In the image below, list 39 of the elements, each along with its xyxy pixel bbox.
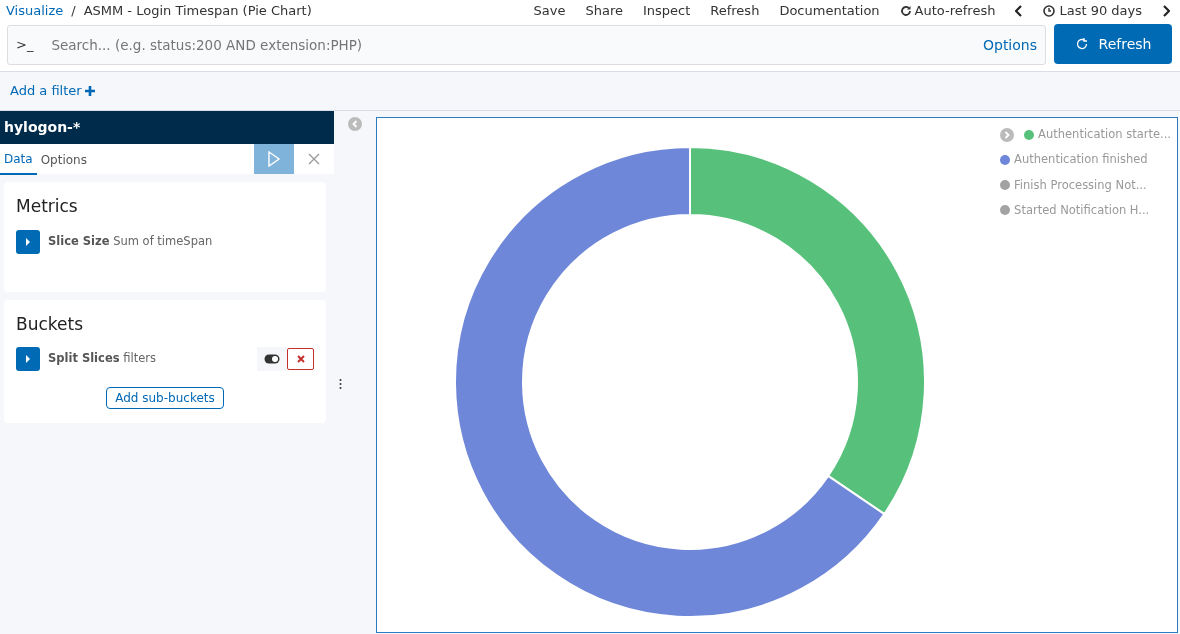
search-field[interactable]: >_ Search... (e.g. status:200 AND extension:PHP) Options	[7, 25, 1046, 65]
prompt-label: >_	[16, 36, 34, 55]
section-title: Metrics	[16, 195, 79, 218]
resize-handle-icon[interactable]	[338, 378, 342, 390]
menu-link[interactable]: Refresh	[710, 1, 760, 21]
menu-link[interactable]: Save	[533, 1, 566, 21]
plus-icon	[84, 86, 95, 96]
index-pattern-title: hylogon-*	[0, 111, 334, 144]
auto-refresh-link[interactable]: Auto-refresh	[899, 1, 996, 21]
time-range-link[interactable]: Last 90 days	[1043, 1, 1142, 21]
breadcrumb-separator: /	[71, 2, 76, 21]
clock-icon	[1043, 5, 1056, 17]
aggregation-label: Slice Size Sum of timeSpan	[48, 232, 213, 250]
refresh-icon	[899, 5, 912, 17]
options-link[interactable]: Options	[982, 34, 1037, 56]
section-title: Buckets	[16, 312, 84, 336]
legend-toggle-icon[interactable]	[1000, 127, 1015, 142]
breadcrumb-link[interactable]: Visualize	[6, 1, 64, 21]
menu-link[interactable]: Inspect	[642, 1, 691, 21]
refresh-button[interactable]: Refresh	[1054, 24, 1172, 64]
refresh-icon	[1074, 37, 1089, 51]
menu-link[interactable]: Share	[585, 1, 623, 21]
editor-tab[interactable]: Options	[36, 144, 91, 174]
expand-button[interactable]	[16, 229, 40, 254]
menu-link[interactable]: Documentation	[779, 1, 880, 21]
add-filter-link[interactable]: Add a filter	[10, 81, 95, 101]
close-icon	[308, 153, 320, 165]
add-sub-buckets-button[interactable]: Add sub-buckets	[106, 387, 224, 409]
caret-icon	[25, 237, 31, 246]
toggle-icon	[264, 354, 280, 364]
play-icon	[267, 151, 281, 167]
toggle-button[interactable]	[257, 347, 287, 371]
close-icon	[296, 355, 305, 363]
editor-tab[interactable]: Data	[0, 143, 37, 175]
expand-button[interactable]	[16, 347, 40, 371]
page-title: ASMM - Login Timespan (Pie Chart)	[83, 2, 312, 21]
aggregation-label: Split Slices filters	[48, 350, 156, 368]
caret-icon	[25, 355, 31, 363]
remove-button[interactable]	[287, 348, 314, 370]
